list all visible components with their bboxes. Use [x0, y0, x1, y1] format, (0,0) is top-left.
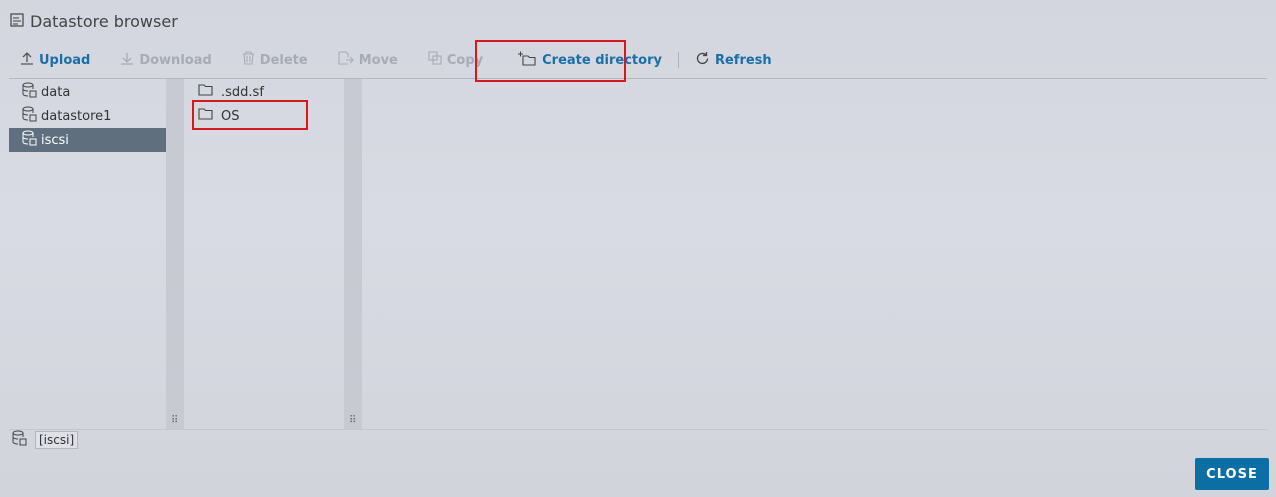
datastore-item-datastore1[interactable]: datastore1 — [9, 104, 166, 128]
datastore-icon — [11, 430, 27, 450]
drag-handle-icon: ⠿ — [349, 415, 357, 426]
browser-panels: data datastore1 iscsi ⠿ .sdd.sf OS ⠿ — [9, 78, 1267, 430]
upload-button[interactable]: Upload — [10, 44, 100, 76]
current-path: [iscsi] — [35, 431, 79, 449]
delete-label: Delete — [259, 52, 308, 68]
upload-label: Upload — [39, 52, 91, 68]
toolbar-separator — [677, 52, 679, 68]
folder-item-sdd-sf[interactable]: .sdd.sf — [184, 80, 344, 104]
create-directory-label: Create directory — [542, 52, 662, 68]
folder-list: .sdd.sf OS — [184, 79, 344, 429]
refresh-button[interactable]: Refresh — [685, 44, 782, 76]
datastore-label: datastore1 — [41, 108, 112, 124]
column-splitter[interactable]: ⠿ — [166, 79, 184, 429]
window-title: Datastore browser — [30, 11, 178, 31]
file-list — [362, 79, 1267, 429]
datastore-icon — [21, 130, 37, 150]
close-button[interactable]: CLOSE — [1195, 458, 1269, 490]
copy-label: Copy — [446, 52, 484, 68]
folder-item-os[interactable]: OS — [184, 104, 344, 128]
toolbar: Upload Download Delete Move Copy Create … — [10, 44, 1266, 76]
refresh-label: Refresh — [714, 52, 772, 68]
datastore-icon — [21, 82, 37, 102]
copy-icon — [428, 51, 442, 69]
copy-button[interactable]: Copy — [418, 44, 493, 76]
window-title-bar: Datastore browser — [10, 10, 178, 32]
current-path-bar: [iscsi] — [11, 430, 79, 450]
datastore-icon — [21, 106, 37, 126]
folder-label: .sdd.sf — [221, 84, 264, 100]
folder-icon — [198, 108, 213, 124]
datastore-item-data[interactable]: data — [9, 80, 166, 104]
download-label: Download — [139, 52, 212, 68]
upload-icon — [20, 51, 34, 69]
download-icon — [120, 51, 134, 69]
move-button[interactable]: Move — [328, 44, 408, 76]
datastore-list: data datastore1 iscsi — [9, 79, 166, 429]
trash-icon — [242, 51, 255, 69]
create-directory-button[interactable]: Create directory — [507, 44, 672, 76]
refresh-icon — [695, 51, 710, 70]
new-folder-icon — [517, 50, 537, 70]
folder-icon — [198, 84, 213, 100]
download-button[interactable]: Download — [110, 44, 221, 76]
folder-label: OS — [221, 108, 240, 124]
move-icon — [338, 51, 354, 69]
datastore-browser-icon — [10, 12, 24, 31]
datastore-item-iscsi[interactable]: iscsi — [9, 128, 166, 152]
delete-button[interactable]: Delete — [232, 44, 318, 76]
column-splitter[interactable]: ⠿ — [344, 79, 362, 429]
datastore-label: data — [41, 84, 71, 100]
drag-handle-icon: ⠿ — [171, 415, 179, 426]
datastore-label: iscsi — [41, 132, 69, 148]
move-label: Move — [358, 52, 398, 68]
